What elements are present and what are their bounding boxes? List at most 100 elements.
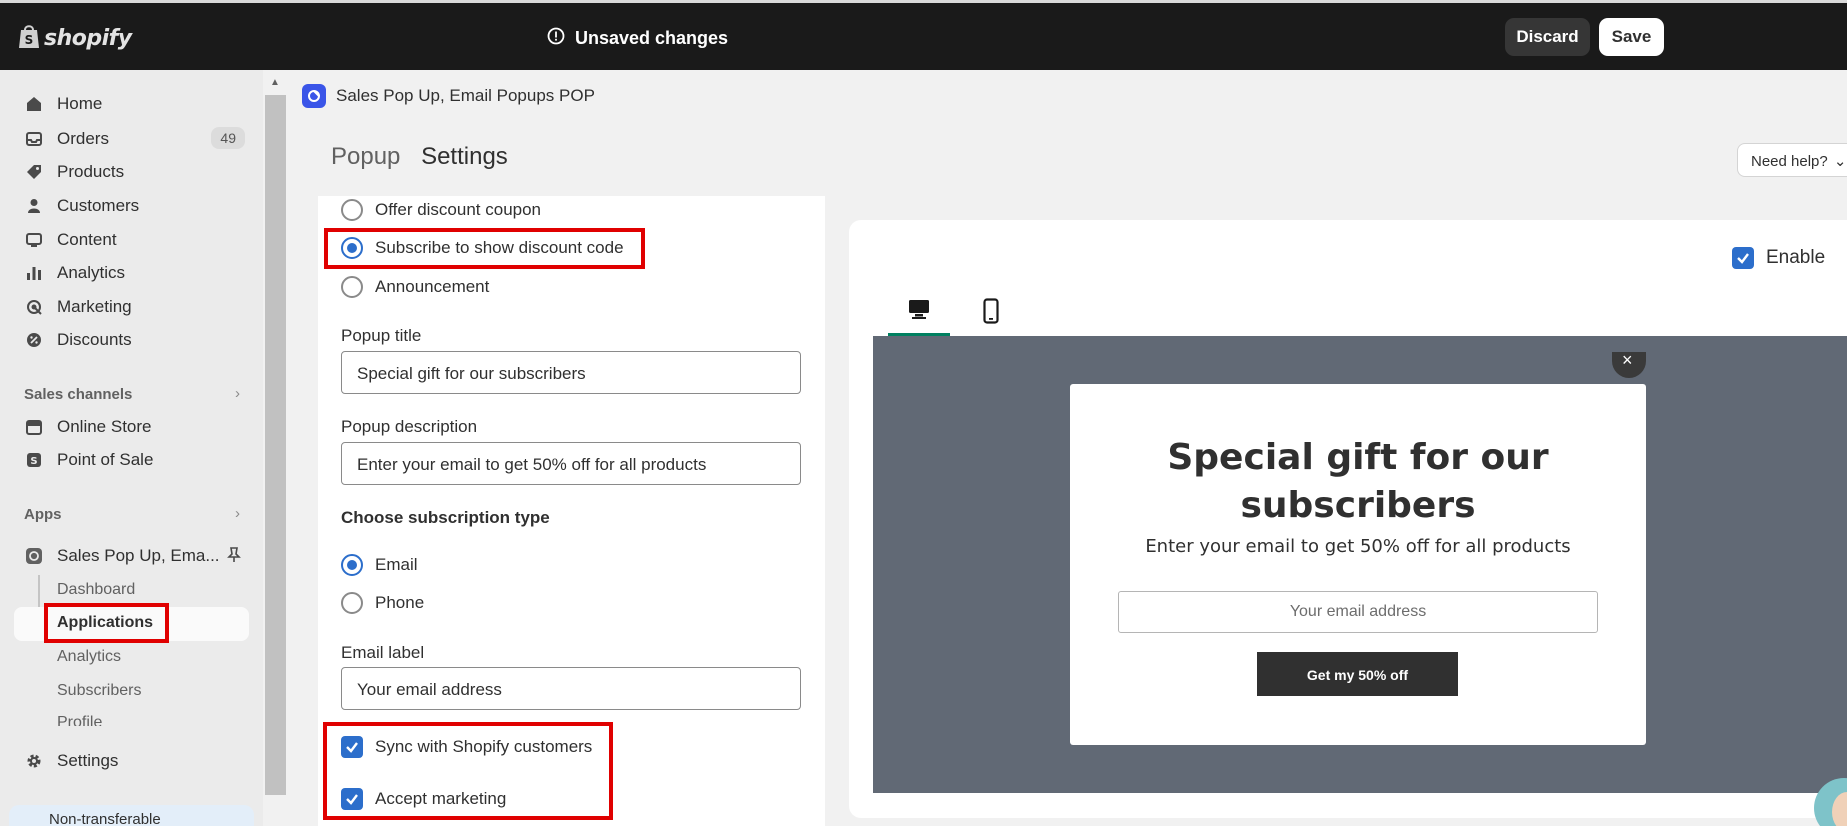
highlight-box — [44, 603, 169, 643]
subscription-type-heading: Choose subscription type — [341, 508, 550, 527]
apps-label: Apps — [24, 506, 62, 523]
sidebar-item-point-of-sale[interactable]: S Point of Sale — [25, 445, 245, 475]
svg-text:S: S — [25, 33, 34, 47]
sales-channels-header[interactable]: Sales channels › — [24, 385, 240, 403]
sidebar-item-label: Online Store — [57, 417, 152, 436]
enable-checkbox[interactable]: Enable — [1732, 247, 1825, 269]
need-help-dropdown[interactable]: Need help? ⌄ — [1737, 143, 1847, 177]
bar-chart-icon — [25, 264, 43, 282]
pin-icon[interactable] — [227, 547, 241, 568]
popup-submit-button[interactable]: Get my 50% off — [1257, 652, 1458, 696]
sales-channels-label: Sales channels — [24, 386, 133, 403]
radio-label: Phone — [375, 593, 425, 612]
sidebar-item-label: Sales Pop Up, Ema... — [57, 546, 220, 565]
monitor-icon — [25, 231, 43, 249]
sidebar-item-online-store[interactable]: Online Store — [25, 412, 245, 442]
logo-text: shopify — [44, 26, 132, 51]
sidebar-subitem-dashboard[interactable]: Dashboard — [57, 581, 135, 599]
person-icon — [25, 197, 43, 215]
sidebar-item-content[interactable]: Content — [25, 225, 245, 255]
svg-text:S: S — [30, 456, 37, 467]
apps-header[interactable]: Apps › — [24, 505, 240, 523]
sidebar-banner-text: Non-transferable — [49, 811, 161, 826]
tag-icon — [25, 163, 43, 181]
radio-label: Announcement — [375, 277, 490, 296]
inbox-icon — [25, 130, 43, 148]
orders-count-badge: 49 — [211, 127, 245, 149]
sidebar-item-label: Home — [57, 94, 103, 113]
email-label-label: Email label — [341, 643, 425, 662]
discard-button[interactable]: Discard — [1505, 18, 1590, 56]
app-title: Sales Pop Up, Email Popups POP — [336, 86, 595, 105]
popup-preview-description: Enter your email to get 50% off for all … — [1145, 536, 1571, 557]
radio-label: Offer discount coupon — [375, 200, 542, 219]
app-logo-icon — [25, 547, 43, 565]
radio-button[interactable] — [341, 554, 363, 576]
app-header: Sales Pop Up, Email Popups POP — [302, 84, 595, 108]
popup-email-input[interactable]: Your email address — [1118, 591, 1598, 633]
sidebar-item-label: Orders — [57, 129, 109, 148]
top-bar: S shopify Unsaved changes Discard Save — [0, 0, 1847, 70]
radio-announcement[interactable]: Announcement — [341, 276, 489, 298]
popup-title-label: Popup title — [341, 326, 422, 345]
need-help-label: Need help? — [1751, 153, 1828, 170]
sidebar-item-orders[interactable]: Orders 49 — [25, 124, 245, 154]
sidebar-subitem-profile[interactable]: Profile — [57, 714, 102, 726]
sidebar-item-label: Point of Sale — [57, 450, 154, 469]
popup-description-label: Popup description — [341, 417, 478, 436]
sidebar-item-home[interactable]: Home — [25, 89, 245, 119]
popup-preview-title: Special gift for our subscribers — [1167, 437, 1549, 526]
unsaved-label: Unsaved changes — [575, 28, 729, 48]
radio-phone[interactable]: Phone — [341, 592, 424, 614]
email-label-input[interactable]: Your email address — [341, 667, 801, 710]
popup-description-input[interactable]: Enter your email to get 50% off for all … — [341, 442, 801, 485]
sidebar-item-label: Analytics — [57, 263, 126, 282]
save-button[interactable]: Save — [1599, 18, 1664, 56]
page-title: Popup Settings — [331, 143, 508, 171]
sidebar-item-settings[interactable]: Settings — [25, 746, 245, 776]
sidebar-item-marketing[interactable]: Marketing — [25, 292, 245, 322]
sidebar-subitem-subscribers[interactable]: Subscribers — [57, 682, 141, 700]
chevron-down-icon: ⌄ — [1833, 153, 1847, 170]
radio-label: Email — [375, 555, 418, 574]
pos-icon: S — [25, 451, 43, 469]
sidebar-item-customers[interactable]: Customers — [25, 191, 245, 221]
alert-circle-icon — [547, 27, 565, 50]
tab-mobile[interactable] — [960, 290, 1022, 336]
breadcrumb-popup[interactable]: Popup — [331, 143, 400, 170]
checkbox-checked[interactable] — [1732, 247, 1754, 269]
sidebar-subitem-analytics[interactable]: Analytics — [57, 648, 121, 666]
gear-icon — [25, 752, 43, 770]
mobile-icon — [983, 297, 999, 329]
sidebar-item-label: Products — [57, 162, 125, 181]
discount-icon — [25, 331, 43, 349]
sidebar-item-label: Discounts — [57, 330, 132, 349]
chevron-right-icon: › — [235, 505, 240, 522]
sidebar-item-label: Settings — [57, 751, 119, 770]
radio-button[interactable] — [341, 199, 363, 221]
radio-email[interactable]: Email — [341, 554, 418, 576]
sidebar-item-app[interactable]: Sales Pop Up, Ema... — [25, 541, 245, 571]
sidebar-banner[interactable]: Non-transferable — [9, 805, 254, 826]
enable-label: Enable — [1766, 247, 1826, 268]
shopify-bag-icon: S — [18, 23, 40, 54]
shopify-logo[interactable]: S shopify — [18, 23, 132, 54]
page-title-settings: Settings — [421, 143, 508, 170]
home-icon — [25, 95, 43, 113]
store-icon — [25, 418, 43, 436]
sidebar-item-products[interactable]: Products — [25, 157, 245, 187]
chevron-right-icon: › — [235, 385, 240, 402]
popup-title-input[interactable]: Special gift for our subscribers — [341, 351, 801, 394]
sidebar-item-label: Customers — [57, 196, 140, 215]
sidebar-item-label: Marketing — [57, 297, 132, 316]
radio-button[interactable] — [341, 276, 363, 298]
sidebar-item-analytics[interactable]: Analytics — [25, 258, 245, 288]
sidebar-item-label: Content — [57, 230, 117, 249]
radio-button[interactable] — [341, 592, 363, 614]
scroll-up-arrow-icon[interactable]: ▲ — [270, 77, 280, 88]
sidebar-item-discounts[interactable]: Discounts — [25, 325, 245, 355]
popup-preview: Special gift for our subscribers Enter y… — [1070, 384, 1646, 745]
tab-desktop[interactable] — [888, 290, 950, 336]
scrollbar-thumb[interactable] — [265, 95, 286, 795]
radio-offer-discount-coupon[interactable]: Offer discount coupon — [341, 199, 541, 221]
